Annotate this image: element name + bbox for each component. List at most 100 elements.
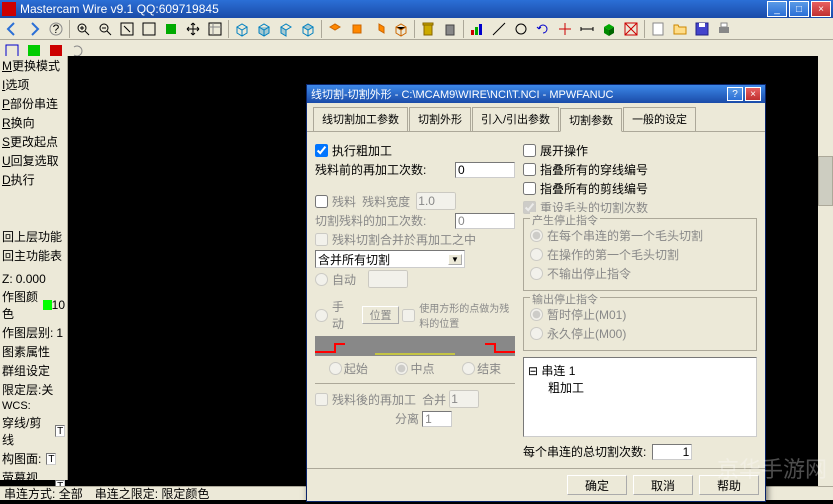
toolbar-1: ?: [0, 18, 833, 40]
cancel-button[interactable]: 取消: [633, 475, 693, 495]
sidebar: M更换模式 I选项 P部份串连 R换向 S更改起点 U回复选取 D执行 回上层功…: [0, 56, 68, 480]
merge-check: 残料切割合并於再加工之中: [315, 231, 515, 248]
undo-icon[interactable]: [533, 19, 553, 39]
status-between[interactable]: 串连之限定: 限定颜色: [95, 485, 210, 502]
merge-dropdown[interactable]: 含并所有切割▼: [315, 250, 465, 268]
watermark: 京华手游网: [717, 452, 827, 484]
nav-fwd-icon[interactable]: [24, 19, 44, 39]
point-icon[interactable]: [555, 19, 575, 39]
shape-display: [315, 336, 515, 356]
pan-icon[interactable]: [183, 19, 203, 39]
minimize-button[interactable]: _: [767, 1, 787, 17]
tree-child[interactable]: 粗加工: [548, 379, 752, 396]
tree-root[interactable]: ⊟ 串连 1: [528, 362, 752, 379]
file-open-icon[interactable]: [670, 19, 690, 39]
zoom-minus-icon[interactable]: [95, 19, 115, 39]
dim-icon[interactable]: [577, 19, 597, 39]
view-side-icon[interactable]: [276, 19, 296, 39]
after-check: 残料後的再加工 合并: [315, 390, 515, 408]
plane-row[interactable]: 穿线/剪线 T: [0, 413, 67, 449]
out2-radio: 永久停止(M00): [530, 325, 750, 342]
sidebar-item-reverse[interactable]: R换向: [0, 113, 67, 132]
end-radio: 结束: [462, 360, 501, 377]
line-icon[interactable]: [489, 19, 509, 39]
nav-back-icon[interactable]: [2, 19, 22, 39]
dialog-tabs: 线切割加工参数 切割外形 引入/引出参数 切割参数 一般的设定: [307, 103, 765, 132]
tree-box[interactable]: ⊟ 串连 1 粗加工: [523, 357, 757, 437]
shade-icon[interactable]: [599, 19, 619, 39]
sidebar-item-start[interactable]: S更改起点: [0, 132, 67, 151]
sidebar-item-done[interactable]: D执行: [0, 170, 67, 189]
print-icon[interactable]: [714, 19, 734, 39]
ok-button[interactable]: 确定: [567, 475, 627, 495]
analyze-icon[interactable]: [205, 19, 225, 39]
z-row[interactable]: Z: 0.000: [0, 271, 67, 287]
mid-radio: 中点: [395, 360, 434, 377]
file-save-icon[interactable]: [692, 19, 712, 39]
scrollbar-vertical[interactable]: [818, 56, 833, 486]
gen2-radio: 在操作的第一个毛头切割: [530, 246, 750, 263]
sidebar-main[interactable]: 回主功能表: [0, 246, 67, 265]
cplane-side-icon[interactable]: [369, 19, 389, 39]
cplane-front-icon[interactable]: [347, 19, 367, 39]
scroll-thumb[interactable]: [818, 156, 833, 206]
gen3-radio: 不输出停止指令: [530, 265, 750, 282]
gen1-radio: 在每个串连的第一个毛头切割: [530, 227, 750, 244]
delete-icon[interactable]: [418, 19, 438, 39]
sidebar-back[interactable]: 回上层功能: [0, 227, 67, 246]
tab-4[interactable]: 一般的设定: [623, 107, 696, 131]
help-icon[interactable]: ?: [46, 19, 66, 39]
dialog-help-button[interactable]: ?: [727, 87, 743, 101]
exec-rough-check[interactable]: 执行粗加工: [315, 142, 515, 159]
out1-radio: 暂时停止(M01): [530, 306, 750, 323]
wcs-row[interactable]: WCS:: [0, 399, 67, 413]
app-icon: [2, 2, 16, 16]
fit-icon[interactable]: [139, 19, 159, 39]
tab-0[interactable]: 线切割加工参数: [313, 107, 408, 131]
main-title: Mastercam Wire v9.1 QQ:609719845: [20, 2, 765, 16]
zoom-window-icon[interactable]: [117, 19, 137, 39]
cover2-check[interactable]: 指叠所有的剪线编号: [523, 180, 757, 197]
attrs-row[interactable]: 图素属性: [0, 342, 67, 361]
circle-icon[interactable]: [511, 19, 531, 39]
cover1-check[interactable]: 指叠所有的穿线编号: [523, 161, 757, 178]
dialog-close-button[interactable]: ×: [745, 87, 761, 101]
residual-check[interactable]: 残料 残料宽度: [315, 192, 515, 210]
undelete-icon[interactable]: [440, 19, 460, 39]
sidebar-item-options[interactable]: I选项: [0, 75, 67, 94]
dialog-titlebar[interactable]: 线切割-切割外形 - C:\MCAM9\WIRE\NCI\T.NCI - MPW…: [307, 85, 765, 103]
tab-2[interactable]: 引入/引出参数: [472, 107, 559, 131]
stats-icon[interactable]: [467, 19, 487, 39]
maximize-button[interactable]: □: [789, 1, 809, 17]
sidebar-item-undo[interactable]: U回复选取: [0, 151, 67, 170]
limit-row[interactable]: 限定层:关: [0, 380, 67, 399]
expand-check[interactable]: 展开操作: [523, 142, 757, 159]
view-top-icon[interactable]: [232, 19, 252, 39]
remain-input[interactable]: [455, 162, 515, 178]
tab-3[interactable]: 切割参数: [560, 108, 622, 132]
color-swatch: [43, 300, 51, 310]
plot-color-row[interactable]: 作图颜色10: [0, 287, 67, 323]
tab-1[interactable]: 切割外形: [409, 107, 471, 131]
dialog: 线切割-切割外形 - C:\MCAM9\WIRE\NCI\T.NCI - MPW…: [306, 84, 766, 502]
file-new-icon[interactable]: [648, 19, 668, 39]
sidebar-item-mode[interactable]: M更换模式: [0, 56, 67, 75]
total-input[interactable]: [652, 444, 692, 460]
view-front-icon[interactable]: [254, 19, 274, 39]
start-radio: 起始: [329, 360, 368, 377]
cut-residual-row: 切割残料的加工次数:: [315, 212, 515, 229]
cplane-top-icon[interactable]: [325, 19, 345, 39]
status-chain[interactable]: 串连方式: 全部: [4, 485, 83, 502]
plot-level-row[interactable]: 作图层别: 1: [0, 323, 67, 342]
group-row[interactable]: 群组设定: [0, 361, 67, 380]
gview-row[interactable]: 构图面: T: [0, 449, 67, 468]
repaint-icon[interactable]: [161, 19, 181, 39]
clear-icon[interactable]: [621, 19, 641, 39]
view-iso-icon[interactable]: [298, 19, 318, 39]
close-button[interactable]: ×: [811, 1, 831, 17]
dialog-body: 执行粗加工 残料前的再加工次数: 残料 残料宽度 切割残料的加工次数: 残料切割…: [307, 132, 765, 468]
zoom-plus-icon[interactable]: [73, 19, 93, 39]
cplane-3d-icon[interactable]: [391, 19, 411, 39]
dropdown-arrow-icon: ▼: [448, 254, 462, 265]
sidebar-item-partial[interactable]: P部份串连: [0, 94, 67, 113]
